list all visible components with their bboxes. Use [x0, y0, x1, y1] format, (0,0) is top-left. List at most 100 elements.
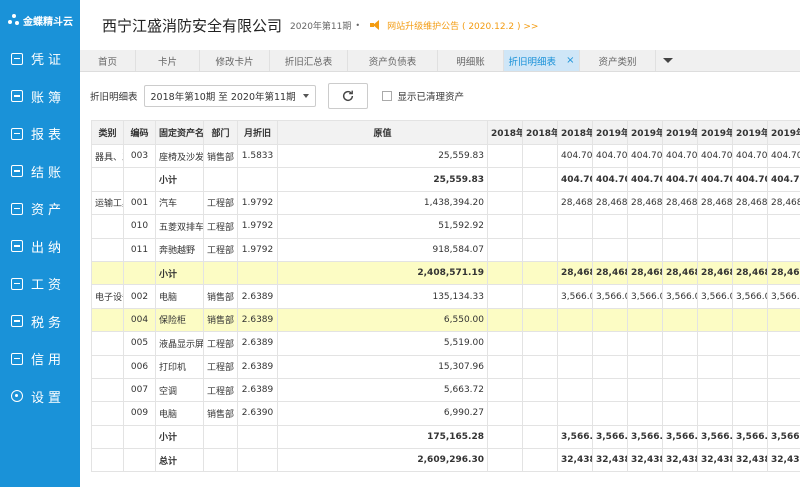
depreciation-table-wrapper[interactable]: 类别 编码 固定资产名 部门 月折旧 原值 2018年 2018年 2018年 2019年 2019…: [91, 120, 800, 487]
table-row[interactable]: 011 奔驰越野 工程部 1.9792 918,584.07: [91, 237, 800, 262]
table-cell: [487, 377, 523, 403]
table-row[interactable]: 小计 2,408,571.19 28,468 28,468 28,468 28,468 28…: [91, 260, 800, 286]
table-row[interactable]: 009 电脑 销售部 2.6390 6,990.27: [91, 401, 800, 426]
tab-1[interactable]: 卡片: [136, 50, 200, 71]
tab-label: 卡片: [157, 56, 177, 68]
tab-6[interactable]: 折旧明细表 ×: [504, 50, 580, 71]
refresh-button[interactable]: [327, 83, 368, 109]
table-row[interactable]: 004 保险柜 销售部 2.6389 6,550.00: [91, 307, 800, 333]
table-cell: [487, 331, 523, 356]
table-cell: [767, 401, 800, 426]
table-row[interactable]: 010 五菱双排车 工程部 1.9792 51,592.92: [91, 214, 800, 239]
sidebar-asset-icon: [11, 202, 23, 215]
tab-label: 资产负债表: [368, 56, 417, 68]
column-header[interactable]: 固定资产名: [155, 120, 204, 145]
table-cell: 3,566.0: [697, 284, 733, 309]
table-cell: [627, 307, 663, 333]
column-header[interactable]: 编码: [123, 120, 156, 145]
table-cell: 28,468: [732, 260, 768, 286]
sidebar-item-4[interactable]: 资产: [0, 190, 80, 228]
table-cell: [522, 214, 558, 239]
tab-7[interactable]: 资产类别: [580, 50, 656, 71]
sidebar-item-5[interactable]: 出纳: [0, 228, 80, 266]
table-cell: [557, 377, 593, 403]
table-cell: 3,566.0: [627, 424, 663, 450]
sidebar-item-6[interactable]: 工资: [0, 265, 80, 303]
table-cell: 404.70: [732, 143, 768, 169]
table-cell: [123, 424, 156, 450]
column-header[interactable]: 类别: [91, 120, 124, 145]
table-row[interactable]: 运输工具001汽车工程部1.97921,438,394.2028,468.28,…: [91, 190, 800, 216]
column-header[interactable]: 原值: [277, 120, 488, 145]
table-cell: [592, 307, 628, 333]
table-cell: 15,307.96: [277, 354, 488, 379]
table-cell: [522, 401, 558, 426]
table-row[interactable]: 总计 2,609,296.30 32,438 32,438 32,438 32,438 32…: [91, 448, 800, 473]
table-cell: 28,468: [627, 260, 663, 286]
table-cell: [732, 237, 768, 262]
table-cell: [522, 331, 558, 356]
column-header[interactable]: 2019年: [662, 120, 698, 145]
table-cell: 32,438: [592, 448, 628, 473]
column-header[interactable]: 2018年: [522, 120, 558, 145]
table-cell: [767, 237, 800, 262]
sidebar-item-label: 出纳: [31, 240, 66, 256]
notice-link[interactable]: 网站升级维护公告 ( 2020.12.2 ) >>: [370, 19, 538, 32]
period-range-select[interactable]: 2018年第10期 至 2020年第11期: [143, 85, 316, 107]
table-row[interactable]: 小计 25,559.83 404.70 404.70 404.70 404.70 404.7…: [91, 167, 800, 192]
sidebar-item-0[interactable]: 凭证: [0, 40, 80, 78]
table-row[interactable]: 器具、工003座椅及沙发销售部1.583325,559.83404.70404.…: [91, 143, 800, 169]
column-header[interactable]: 2019年: [697, 120, 733, 145]
table-cell: 28,468.: [697, 190, 733, 216]
sidebar-item-8[interactable]: 信用: [0, 340, 80, 378]
table-cell: [732, 331, 768, 356]
period-selector[interactable]: 2020年第11期: [290, 19, 351, 32]
table-cell: 404.70: [662, 167, 698, 192]
table-cell: 工程部: [203, 354, 238, 379]
table-cell: [697, 214, 733, 239]
tab-label: 折旧明细表: [508, 56, 557, 68]
sidebar-item-1[interactable]: 账簿: [0, 78, 80, 116]
show-cleared-checkbox[interactable]: [381, 91, 392, 101]
column-header[interactable]: 2018年: [557, 120, 593, 145]
sidebar-item-9[interactable]: 设置: [0, 378, 80, 416]
sidebar-item-3[interactable]: 结账: [0, 153, 80, 191]
tab-0[interactable]: 首页: [80, 50, 136, 71]
sidebar-item-7[interactable]: 税务: [0, 303, 80, 341]
column-header[interactable]: 2019年: [592, 120, 628, 145]
table-cell: 3,566.0: [732, 284, 768, 309]
table-row[interactable]: 电子设备002电脑销售部2.6389135,134.333,566.03,566…: [91, 284, 800, 309]
column-header[interactable]: 2019年: [732, 120, 768, 145]
table-cell: 51,592.92: [277, 214, 488, 239]
tab-more-button[interactable]: [656, 50, 680, 71]
table-row[interactable]: 005 液晶显示屏 工程部 2.6389 5,519.00: [91, 331, 800, 356]
table-cell: [487, 214, 523, 239]
table-cell: 器具、工: [91, 143, 124, 169]
brand-logo[interactable]: 金蝶精斗云: [0, 0, 80, 40]
table-cell: [592, 237, 628, 262]
table-cell: [662, 237, 698, 262]
column-header[interactable]: 部门: [203, 120, 238, 145]
table-cell: 404.70: [557, 167, 593, 192]
column-header[interactable]: 2019年: [767, 120, 800, 145]
table-cell: [487, 190, 523, 216]
tab-3[interactable]: 折旧汇总表: [270, 50, 348, 71]
period-dropdown-icon[interactable]: •: [355, 21, 360, 30]
sidebar-item-2[interactable]: 报表: [0, 115, 80, 153]
brand-name: 金蝶精斗云: [23, 16, 73, 28]
tab-close-icon[interactable]: ×: [566, 55, 574, 66]
column-header[interactable]: 2018年: [487, 120, 523, 145]
table-cell: 009: [123, 401, 156, 426]
tab-4[interactable]: 资产负债表: [348, 50, 438, 71]
table-row[interactable]: 小计175,165.283,566.03,566.03,566.03,566.0…: [91, 424, 800, 450]
column-header[interactable]: 月折旧: [237, 120, 278, 145]
table-cell: [627, 214, 663, 239]
tab-bar: 首页 卡片 修改卡片 折旧汇总表 资产负债表 明细账 折旧明细表 × 资产类别: [80, 50, 800, 72]
table-cell: 404.70: [627, 167, 663, 192]
table-cell: 3,566.0: [697, 424, 733, 450]
tab-5[interactable]: 明细账: [438, 50, 504, 71]
table-row[interactable]: 007 空调 工程部 2.6389 5,663.72: [91, 377, 800, 403]
tab-2[interactable]: 修改卡片: [200, 50, 270, 71]
column-header[interactable]: 2019年: [627, 120, 663, 145]
table-row[interactable]: 006 打印机 工程部 2.6389 15,307.96: [91, 354, 800, 379]
